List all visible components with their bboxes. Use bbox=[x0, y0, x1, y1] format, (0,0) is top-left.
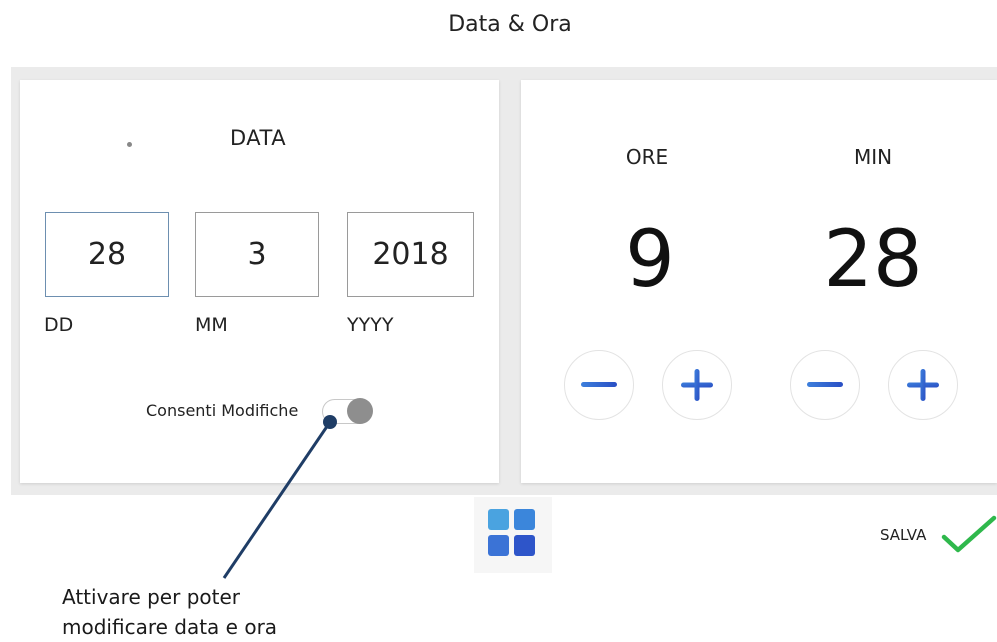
page-title: Data & Ora bbox=[448, 12, 572, 37]
hours-heading: ORE bbox=[625, 145, 669, 169]
minutes-increment-button[interactable] bbox=[888, 350, 958, 420]
minus-icon bbox=[581, 382, 617, 387]
menu-button[interactable] bbox=[474, 497, 552, 573]
hours-increment-button[interactable] bbox=[662, 350, 732, 420]
day-label: DD bbox=[44, 314, 74, 336]
month-field[interactable]: 3 bbox=[195, 212, 319, 297]
callout-line-1: Attivare per poter bbox=[62, 585, 240, 609]
plus-icon bbox=[681, 369, 713, 401]
minus-icon bbox=[807, 382, 843, 387]
toggle-knob bbox=[347, 398, 373, 424]
hours-value: 9 bbox=[625, 215, 675, 305]
day-field[interactable]: 28 bbox=[45, 212, 169, 297]
minutes-decrement-button[interactable] bbox=[790, 350, 860, 420]
callout-line-2: modificare data e ora bbox=[62, 615, 278, 639]
check-icon[interactable] bbox=[940, 512, 997, 556]
month-label: MM bbox=[195, 314, 228, 336]
save-label[interactable]: SALVA bbox=[880, 526, 926, 544]
indicator-dot bbox=[127, 142, 132, 147]
year-field[interactable]: 2018 bbox=[347, 212, 474, 297]
allow-edit-toggle[interactable] bbox=[322, 398, 373, 424]
allow-edit-label: Consenti Modifiche bbox=[146, 401, 299, 420]
minutes-heading: MIN bbox=[853, 145, 893, 169]
minutes-value: 28 bbox=[823, 215, 923, 305]
callout-text: Attivare per poter modificare data e ora bbox=[62, 582, 277, 642]
plus-icon bbox=[907, 369, 939, 401]
year-label: YYYY bbox=[347, 314, 394, 336]
date-heading: DATA bbox=[230, 126, 287, 150]
grid-menu-icon bbox=[488, 509, 540, 561]
hours-decrement-button[interactable] bbox=[564, 350, 634, 420]
